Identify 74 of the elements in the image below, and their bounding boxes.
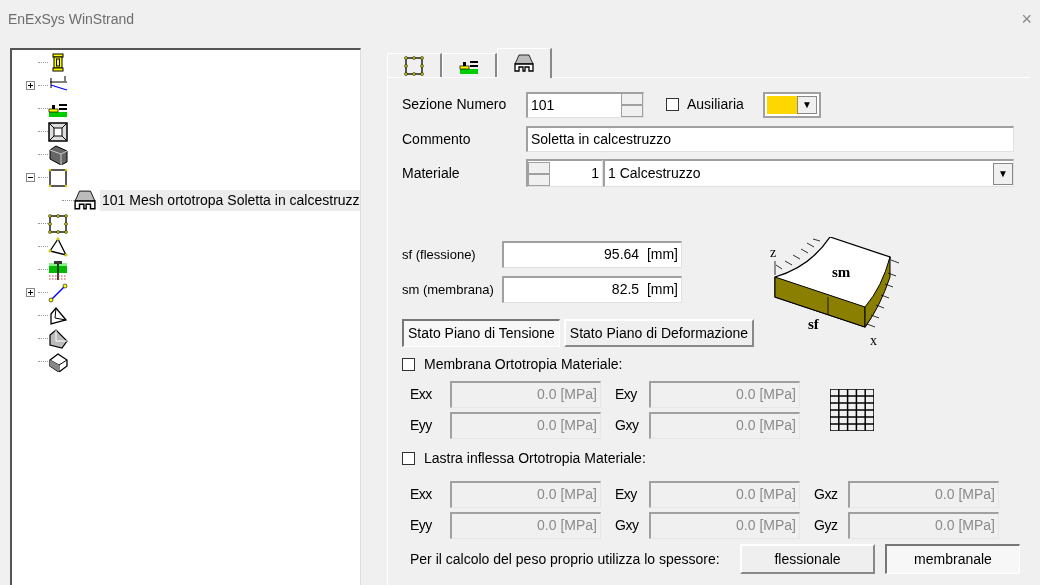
number-field[interactable]: 82.5 [mm] xyxy=(502,276,682,303)
solid-icon xyxy=(48,305,68,326)
nodes-icon xyxy=(48,213,68,234)
dropdown[interactable]: 1 Calcestruzzo ▼ xyxy=(603,159,1014,187)
color-picker[interactable]: ▼ xyxy=(763,91,821,118)
number-field: 0.0 [MPa] xyxy=(848,481,999,508)
square-icon xyxy=(48,167,68,188)
toggle-button[interactable]: membranale xyxy=(885,544,1020,574)
checkbox-label: Membrana Ortotropia Materiale: xyxy=(424,354,623,374)
checkbox[interactable] xyxy=(666,98,679,111)
field-label: Sezione Numero xyxy=(402,95,508,114)
axis-label: sf xyxy=(808,316,819,332)
field-value: 101 xyxy=(531,95,555,115)
field-label: Materiale xyxy=(402,163,461,183)
field-label: Exx xyxy=(409,485,433,504)
field-label: Exx xyxy=(409,385,433,404)
number-field[interactable]: 1 xyxy=(526,159,603,187)
toggle-button[interactable]: Stato Piano di Tensione xyxy=(402,319,560,347)
line-icon xyxy=(48,282,68,303)
cube-icon xyxy=(48,351,68,372)
tab[interactable] xyxy=(387,53,442,78)
number-field: 0.0 [MPa] xyxy=(848,512,999,539)
number-field: 0.0 [MPa] xyxy=(649,481,800,508)
caret-icon: ▼ xyxy=(993,162,1013,185)
spin-button[interactable] xyxy=(528,161,550,186)
wedge-icon xyxy=(48,328,68,349)
number-field[interactable]: 95.64 [mm] xyxy=(502,241,682,268)
field-value: 1 xyxy=(590,164,600,183)
dropdown-value: 1 Calcestruzzo xyxy=(608,164,701,183)
toggle-button[interactable]: flessionale xyxy=(740,544,875,574)
number-field: 0.0 [MPa] xyxy=(649,512,800,539)
grid-icon xyxy=(830,389,874,431)
number-field: 0.0 [MPa] xyxy=(649,381,800,408)
toggle-button[interactable]: Stato Piano di Deformazione xyxy=(563,319,755,347)
field-label: Gxy xyxy=(614,516,640,535)
field-label: sm (membrana) xyxy=(402,280,495,299)
expand-toggle[interactable] xyxy=(25,81,35,90)
triangle-icon xyxy=(48,236,68,257)
field-label: Exy xyxy=(614,385,638,404)
slab-icon xyxy=(514,53,534,74)
tree-item[interactable]: 101 Mesh ortotropa Soletta in calcestruzz xyxy=(100,190,360,211)
field-label: Per il calcolo del peso proprio utilizza lo spessore: xyxy=(409,549,721,569)
frame-icon xyxy=(48,121,68,142)
checkbox[interactable] xyxy=(402,451,415,465)
axis-label: z xyxy=(770,245,777,260)
number-field: 0.0 [MPa] xyxy=(450,512,601,539)
field-label: sf (flessione) xyxy=(402,245,477,264)
field-label: Eyy xyxy=(409,416,433,435)
collapse-toggle[interactable] xyxy=(25,173,35,182)
field-label: Eyy xyxy=(409,516,433,535)
slab-icon xyxy=(74,189,96,212)
caret-icon: ▼ xyxy=(797,95,817,114)
expand-toggle[interactable] xyxy=(25,288,35,297)
field-label: Commento xyxy=(402,129,472,149)
text-field[interactable]: Soletta in calcestruzzo xyxy=(526,126,1014,152)
window-title: EnExSys WinStrand xyxy=(8,9,135,29)
field-label: Gxz xyxy=(813,485,839,504)
nodes-icon xyxy=(404,56,424,76)
checkbox[interactable] xyxy=(402,357,415,371)
field-label: Gxy xyxy=(614,416,640,435)
axis-label: x xyxy=(870,333,877,348)
block-icon xyxy=(48,144,68,165)
axis-label: sm xyxy=(832,264,851,280)
number-field: 0.0 [MPa] xyxy=(450,381,601,408)
field-label: Gyz xyxy=(813,516,839,535)
number-field: 0.0 [MPa] xyxy=(450,481,601,508)
field-label: Exy xyxy=(614,485,638,504)
number-field[interactable]: 101 xyxy=(526,91,644,118)
tab[interactable] xyxy=(497,48,552,78)
checkbox-label: Lastra inflessa Ortotropia Materiale: xyxy=(424,448,646,468)
number-field: 0.0 [MPa] xyxy=(649,412,800,439)
checkbox-label: Ausiliaria xyxy=(687,95,745,114)
number-field: 0.0 [MPa] xyxy=(450,412,601,439)
soil-icon xyxy=(48,259,68,280)
